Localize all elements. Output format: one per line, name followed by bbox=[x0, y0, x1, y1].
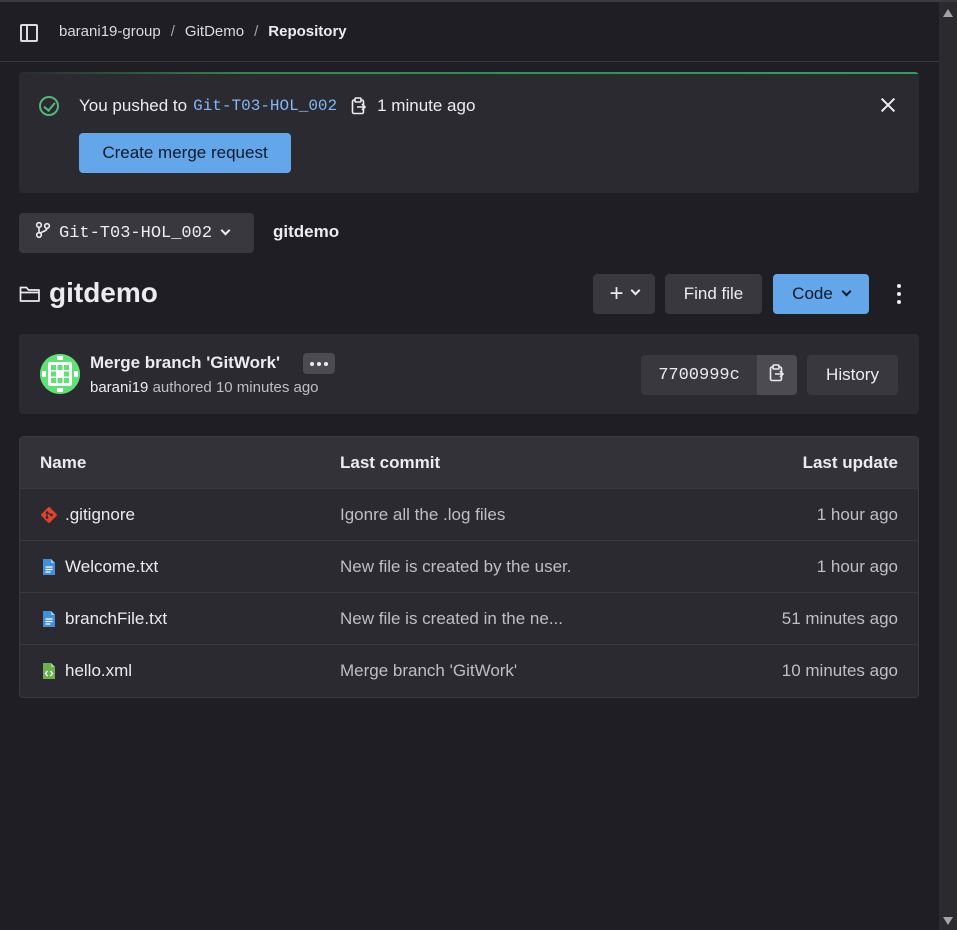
branch-selector[interactable]: Git-T03-HOL_002 bbox=[19, 213, 254, 253]
column-header-last-commit: Last commit bbox=[340, 452, 441, 472]
xml-file-icon bbox=[40, 661, 58, 681]
page-title: gitdemo bbox=[49, 277, 158, 308]
push-alert: You pushed to Git-T03-HOL_002 1 minute a… bbox=[19, 72, 919, 193]
scroll-down-arrow-icon[interactable] bbox=[943, 917, 953, 925]
create-merge-request-button[interactable]: Create merge request bbox=[79, 133, 291, 173]
branch-icon bbox=[35, 221, 51, 245]
close-icon[interactable] bbox=[880, 97, 896, 113]
scroll-up-arrow-icon[interactable] bbox=[943, 9, 953, 17]
alert-prefix: You pushed to bbox=[79, 96, 188, 115]
commit-sha[interactable]: 7700999c bbox=[641, 355, 757, 395]
table-row[interactable]: hello.xml Merge branch 'GitWork' 10 minu… bbox=[20, 645, 918, 697]
file-last-update: 10 minutes ago bbox=[781, 661, 898, 680]
breadcrumb-separator: / bbox=[254, 23, 259, 40]
repository-page: barani19-group / GitDemo / Repository Yo… bbox=[0, 2, 939, 930]
file-table: Name Last commit Last update .gitignore … bbox=[19, 436, 919, 698]
table-row[interactable]: Welcome.txt New file is created by the u… bbox=[20, 541, 918, 593]
check-circle-icon bbox=[39, 96, 59, 116]
breadcrumb-group[interactable]: barani19-group bbox=[59, 23, 161, 40]
folder-icon bbox=[19, 284, 41, 309]
file-last-update: 51 minutes ago bbox=[781, 608, 898, 628]
branch-name: Git-T03-HOL_002 bbox=[59, 223, 213, 243]
table-row[interactable]: .gitignore Igonre all the .log files 1 h… bbox=[20, 489, 918, 541]
history-button[interactable]: History bbox=[807, 355, 898, 395]
code-dropdown-button[interactable]: Code bbox=[773, 274, 869, 314]
commit-title-link[interactable]: Merge branch 'GitWork' bbox=[90, 353, 280, 373]
file-last-commit[interactable]: Merge branch 'GitWork' bbox=[320, 661, 680, 681]
text-file-icon bbox=[40, 557, 58, 577]
copy-sha-button[interactable] bbox=[757, 355, 797, 395]
more-actions-icon[interactable] bbox=[888, 282, 910, 306]
commit-authored-text: authored bbox=[152, 379, 212, 396]
copy-icon bbox=[769, 363, 785, 387]
alert-progress-line bbox=[19, 72, 919, 74]
chevron-down-icon bbox=[630, 285, 640, 295]
file-last-commit[interactable]: Igonre all the .log files bbox=[320, 505, 680, 525]
column-header-name: Name bbox=[40, 452, 87, 472]
path-breadcrumb[interactable]: gitdemo bbox=[273, 222, 339, 242]
plus-icon: + bbox=[609, 280, 624, 307]
file-last-commit[interactable]: New file is created by the user. bbox=[320, 557, 680, 577]
breadcrumb-separator: / bbox=[170, 23, 175, 40]
breadcrumb: barani19-group / GitDemo / Repository bbox=[59, 23, 347, 40]
copy-branch-icon[interactable] bbox=[351, 97, 367, 115]
vertical-scrollbar[interactable] bbox=[939, 2, 957, 930]
file-last-update: 1 hour ago bbox=[816, 504, 898, 524]
breadcrumb-project[interactable]: GitDemo bbox=[185, 23, 244, 40]
avatar[interactable] bbox=[40, 354, 80, 394]
file-name-link[interactable]: branchFile.txt bbox=[65, 609, 167, 629]
chevron-down-icon bbox=[841, 286, 852, 296]
gitignore-icon bbox=[40, 505, 58, 525]
alert-message: You pushed to Git-T03-HOL_002 1 minute a… bbox=[79, 96, 475, 116]
alert-branch-link[interactable]: Git-T03-HOL_002 bbox=[193, 97, 337, 115]
last-commit-card: Merge branch 'GitWork' barani19 authored… bbox=[19, 334, 919, 414]
code-button-label: Code bbox=[792, 284, 833, 303]
file-last-commit[interactable]: New file is created in the ne... bbox=[320, 609, 680, 629]
toggle-commit-description-button[interactable] bbox=[303, 353, 335, 374]
table-header: Name Last commit Last update bbox=[20, 437, 918, 489]
file-name-link[interactable]: .gitignore bbox=[65, 505, 135, 525]
breadcrumb-current[interactable]: Repository bbox=[268, 23, 346, 40]
commit-meta: barani19 authored 10 minutes ago bbox=[90, 379, 319, 396]
file-name-link[interactable]: Welcome.txt bbox=[65, 557, 158, 577]
file-last-update: 1 hour ago bbox=[816, 556, 898, 576]
alert-time: 1 minute ago bbox=[377, 96, 476, 115]
sidebar-toggle-icon[interactable] bbox=[20, 24, 38, 42]
file-name-link[interactable]: hello.xml bbox=[65, 661, 132, 681]
chevron-down-icon bbox=[220, 225, 231, 235]
text-file-icon bbox=[40, 609, 58, 629]
column-header-last-update: Last update bbox=[802, 452, 898, 472]
commit-time: 10 minutes ago bbox=[215, 379, 319, 396]
table-row[interactable]: branchFile.txt New file is created in th… bbox=[20, 593, 918, 645]
find-file-button[interactable]: Find file bbox=[665, 274, 762, 314]
commit-author-link[interactable]: barani19 bbox=[90, 379, 148, 396]
add-dropdown-button[interactable]: + bbox=[593, 274, 655, 314]
top-header: barani19-group / GitDemo / Repository bbox=[0, 2, 939, 62]
